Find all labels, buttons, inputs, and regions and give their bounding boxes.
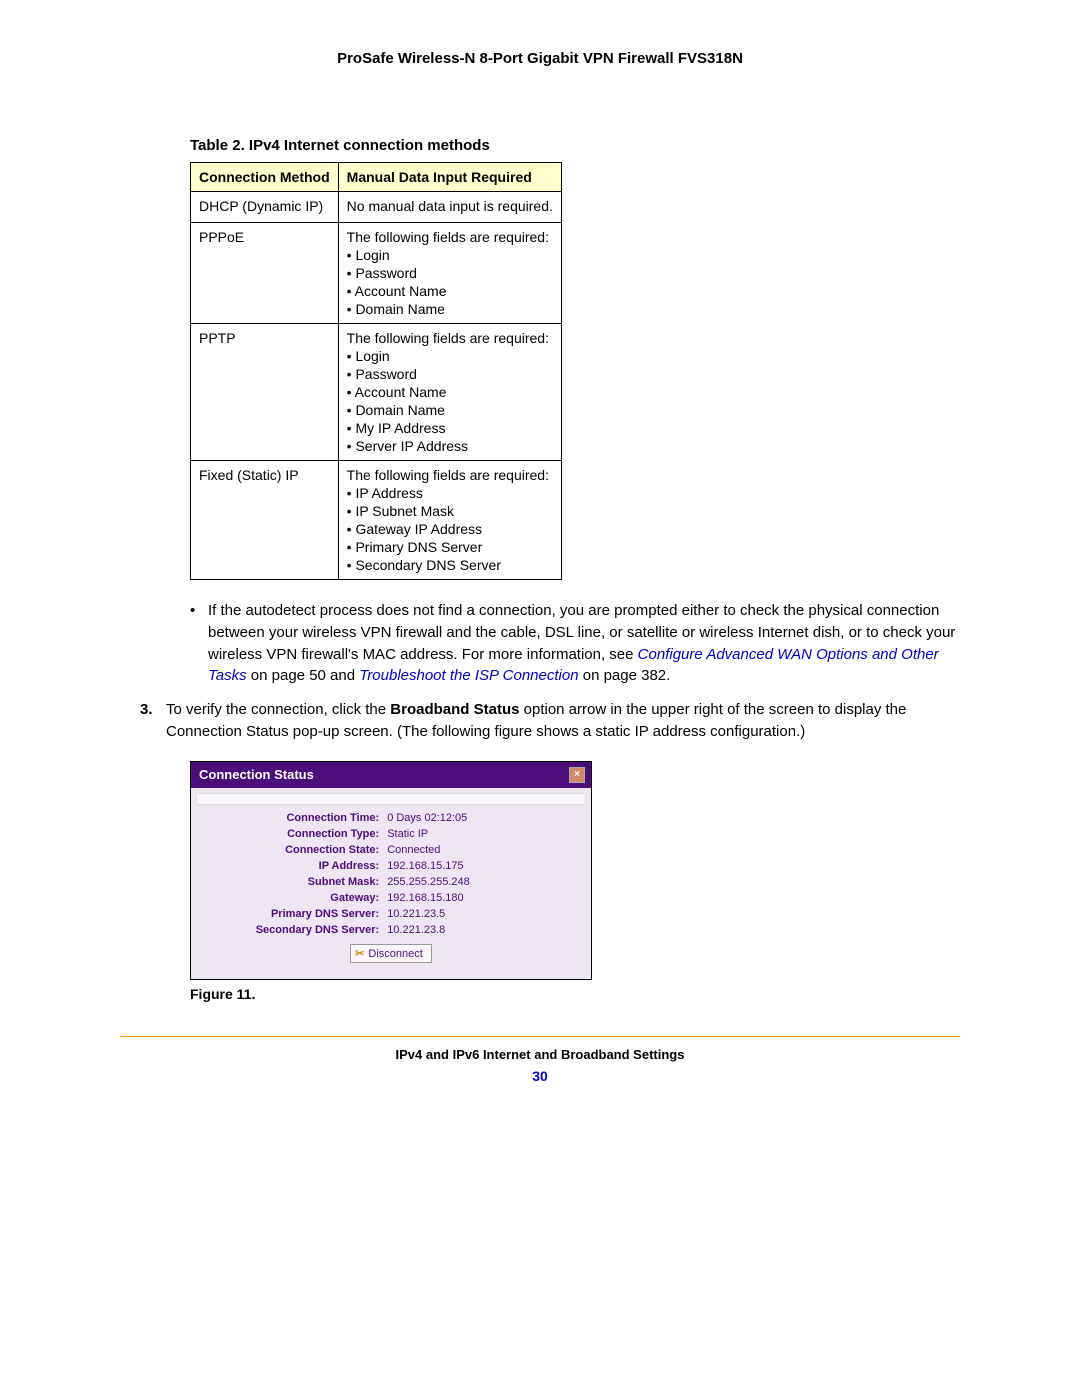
autodetect-note: If the autodetect process does not find …	[190, 600, 960, 687]
required-field: • Login	[347, 247, 553, 263]
popup-titlebar: Connection Status ×	[191, 762, 591, 788]
intro-text: No manual data input is required.	[347, 198, 553, 214]
input-cell: The following fields are required: • IP A…	[338, 461, 561, 580]
status-label: IP Address:	[196, 858, 383, 874]
footer-section: IPv4 and IPv6 Internet and Broadband Set…	[120, 1047, 960, 1062]
status-value: 192.168.15.175	[383, 858, 586, 874]
connection-methods-table: Connection Method Manual Data Input Requ…	[190, 162, 562, 580]
status-label: Subnet Mask:	[196, 874, 383, 890]
required-field: • My IP Address	[347, 420, 553, 436]
step-3: 3. To verify the connection, click the B…	[120, 699, 960, 743]
text: on page 50 and	[247, 667, 360, 684]
intro-text: The following fields are required:	[347, 229, 553, 245]
required-field: • Account Name	[347, 283, 553, 299]
table-row: PPTP The following fields are required: • …	[191, 324, 562, 461]
status-row: Primary DNS Server:10.221.23.5	[196, 906, 586, 922]
disconnect-button[interactable]: ✂ Disconnect	[350, 944, 432, 963]
page-number: 30	[120, 1068, 960, 1084]
status-label: Primary DNS Server:	[196, 906, 383, 922]
required-field: • Secondary DNS Server	[347, 557, 553, 573]
status-row: IP Address:192.168.15.175	[196, 858, 586, 874]
required-field: • Domain Name	[347, 301, 553, 317]
status-table: Connection Time:0 Days 02:12:05Connectio…	[196, 810, 586, 938]
disconnect-label: Disconnect	[368, 948, 422, 960]
status-row: Secondary DNS Server:10.221.23.8	[196, 922, 586, 938]
status-row: Connection State:Connected	[196, 842, 586, 858]
footer-rule	[120, 1036, 960, 1037]
required-field: • Domain Name	[347, 402, 553, 418]
table-caption: Table 2. IPv4 Internet connection method…	[190, 137, 960, 154]
status-row: Connection Type:Static IP	[196, 826, 586, 842]
required-field: • Account Name	[347, 384, 553, 400]
status-value: 0 Days 02:12:05	[383, 810, 586, 826]
close-icon[interactable]: ×	[569, 767, 585, 783]
status-label: Gateway:	[196, 890, 383, 906]
status-value: 10.221.23.5	[383, 906, 586, 922]
table-row: PPPoE The following fields are required: •…	[191, 223, 562, 324]
status-label: Connection Time:	[196, 810, 383, 826]
status-value: 10.221.23.8	[383, 922, 586, 938]
popup-title: Connection Status	[199, 767, 314, 782]
required-field: • Password	[347, 265, 553, 281]
required-field: • IP Subnet Mask	[347, 503, 553, 519]
required-field: • Server IP Address	[347, 438, 553, 454]
step-number: 3.	[140, 699, 153, 721]
input-cell: No manual data input is required.	[338, 192, 561, 223]
method-cell: PPPoE	[191, 223, 339, 324]
status-value: 255.255.255.248	[383, 874, 586, 890]
input-cell: The following fields are required: • Logi…	[338, 324, 561, 461]
status-row: Connection Time:0 Days 02:12:05	[196, 810, 586, 826]
status-value: Static IP	[383, 826, 586, 842]
required-field: • Gateway IP Address	[347, 521, 553, 537]
required-field: • IP Address	[347, 485, 553, 501]
status-row: Subnet Mask:255.255.255.248	[196, 874, 586, 890]
method-cell: Fixed (Static) IP	[191, 461, 339, 580]
text: on page 382.	[579, 667, 671, 684]
disconnect-icon: ✂	[355, 948, 364, 960]
intro-text: The following fields are required:	[347, 467, 553, 483]
status-label: Secondary DNS Server:	[196, 922, 383, 938]
table-row: DHCP (Dynamic IP) No manual data input is…	[191, 192, 562, 223]
intro-text: The following fields are required:	[347, 330, 553, 346]
required-field: • Password	[347, 366, 553, 382]
input-cell: The following fields are required: • Logi…	[338, 223, 561, 324]
required-field: • Login	[347, 348, 553, 364]
connection-status-popup: Connection Status × Connection Time:0 Da…	[190, 761, 592, 980]
figure-caption: Figure 11.	[190, 986, 960, 1002]
method-cell: PPTP	[191, 324, 339, 461]
status-value: Connected	[383, 842, 586, 858]
table-row: Fixed (Static) IPThe following fields ar…	[191, 461, 562, 580]
table-header-input: Manual Data Input Required	[338, 163, 561, 192]
status-label: Connection State:	[196, 842, 383, 858]
status-value: 192.168.15.180	[383, 890, 586, 906]
table-header-method: Connection Method	[191, 163, 339, 192]
document-header: ProSafe Wireless-N 8-Port Gigabit VPN Fi…	[120, 50, 960, 67]
status-row: Gateway:192.168.15.180	[196, 890, 586, 906]
status-label: Connection Type:	[196, 826, 383, 842]
text: To verify the connection, click the	[166, 701, 390, 718]
required-field: • Primary DNS Server	[347, 539, 553, 555]
method-cell: DHCP (Dynamic IP)	[191, 192, 339, 223]
bold-text: Broadband Status	[390, 701, 519, 718]
popup-spacer	[196, 793, 586, 805]
link-troubleshoot-isp[interactable]: Troubleshoot the ISP Connection	[359, 667, 578, 684]
